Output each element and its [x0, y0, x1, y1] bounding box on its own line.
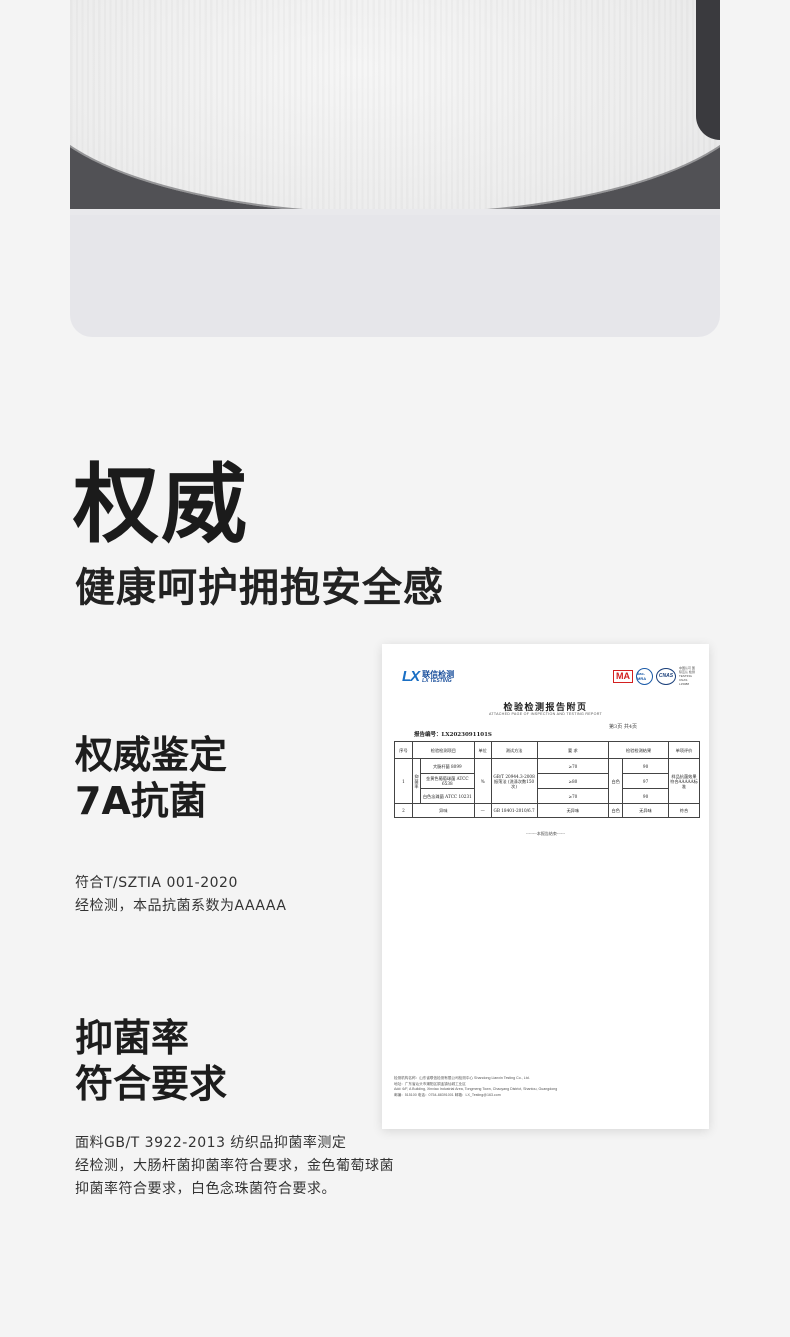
table-row: 白色念珠菌 ATCC 10231 ≥70 90	[395, 788, 700, 804]
section-desc-inhibition: 面料GB/T 3922-2013 纺织品抑菌率测定 经检测，大肠杆菌抑菌率符合要…	[75, 1135, 394, 1197]
table-row: 1 抑菌率 大肠杆菌 8099 % GB/T 20944.3-2008 振荡法 …	[394, 758, 701, 804]
cnas-icon: CNAS	[656, 667, 676, 685]
certification-logos: MA ilac-MRA CNAS 中国认可 国际互认 检测 TESTING CN…	[613, 666, 695, 686]
section-heading-inhibition: 抑菌率 符合要求	[75, 1016, 228, 1106]
test-report-document: LX 联信检测 LX TESTING MA ilac-MRA CNAS 中国认可…	[382, 644, 709, 1129]
report-footer: 检测机构名称：山东省联信检测有限公司检测中心 Shandong Lianxin …	[394, 1076, 558, 1097]
report-page-info: 第3页 共4页	[609, 724, 637, 730]
table-row: 金黄色葡萄球菌 ATCC 6538 ≥80 97	[395, 773, 700, 789]
section-heading-authority: 权威鉴定 7A抗菌	[75, 733, 228, 823]
ilac-icon: ilac-MRA	[636, 667, 653, 685]
page-subtitle: 健康呵护拥抱安全感	[75, 565, 444, 611]
cert-caption: 中国认可 国际互认 检测 TESTING CNAS L15088	[679, 666, 695, 686]
page-title: 权威	[73, 455, 249, 555]
section-desc-authority: 符合T/SZTIA 001-2020 经检测，本品抗菌系数为AAAAA	[75, 875, 287, 914]
report-number: 报告编号：LX2023091101S	[414, 732, 492, 738]
fabric-closeup-photo	[70, 0, 720, 215]
table-row: 2 异味 — GB 18401-2010/6.7 无异味 白色 无异味 符合	[394, 803, 701, 818]
table-header-row: 序号 检验检测项目 单位 测试方法 要 求 检验检测结果 单项评价	[394, 741, 701, 759]
report-table: 序号 检验检测项目 单位 测试方法 要 求 检验检测结果 单项评价 1 抑菌率 …	[394, 741, 701, 818]
cma-icon: MA	[613, 669, 633, 683]
lx-testing-logo: LX 联信检测 LX TESTING	[402, 668, 455, 685]
report-end-note: --------本报告结束------	[526, 831, 565, 836]
lx-logo-icon: LX	[402, 668, 420, 685]
report-title-en: ATTACHED PAGE OF INSPECTION AND TESTING …	[488, 712, 603, 716]
product-image-card	[70, 0, 720, 337]
